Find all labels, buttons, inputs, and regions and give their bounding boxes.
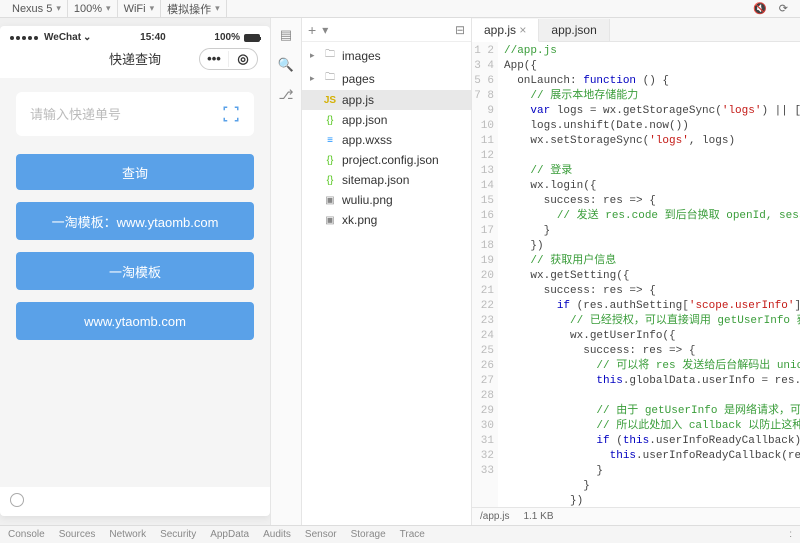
battery-icon	[244, 34, 260, 42]
tab-app-json[interactable]: app.json	[539, 19, 609, 41]
wifi-icon: ⌄	[83, 32, 91, 43]
phone-frame: WeChat⌄ 15:40 100% 快递查询 •••◎ 查询 一淘模板：www…	[0, 26, 270, 516]
folder-pages[interactable]: ▸🗀pages	[302, 67, 471, 90]
template-button-3[interactable]: www.ytaomb.com	[16, 302, 254, 340]
capsule[interactable]: •••◎	[199, 48, 258, 70]
network-dropdown[interactable]: WiFi▾	[118, 0, 162, 17]
tab-appdata[interactable]: AppData	[210, 529, 249, 540]
tab-trace[interactable]: Trace	[400, 529, 425, 540]
code-area[interactable]: 1 2 3 4 5 6 7 8 9 10 11 12 13 14 15 16 1…	[472, 42, 800, 507]
more-icon[interactable]: •••	[200, 51, 228, 66]
info-icon[interactable]	[10, 493, 24, 507]
explorer-icon[interactable]: ▤	[277, 26, 295, 44]
page-title: 快递查询	[109, 49, 161, 68]
devtools-tabs: Console Sources Network Security AppData…	[0, 525, 800, 543]
device-dropdown[interactable]: Nexus 5▾	[6, 0, 68, 17]
action-dropdown[interactable]: 模拟操作▾	[161, 0, 227, 17]
mute-icon[interactable]: 🔇	[747, 2, 773, 15]
file-app-json[interactable]: {}app.json	[302, 110, 471, 130]
editor-sidebar: ▤ 🔍 ⎇	[270, 18, 302, 525]
file-app-wxss[interactable]: ≡app.wxss	[302, 130, 471, 150]
template-button-2[interactable]: 一淘模板	[16, 252, 254, 290]
clock: 15:40	[140, 32, 166, 43]
query-button[interactable]: 查询	[16, 154, 254, 190]
simulator-pane: WeChat⌄ 15:40 100% 快递查询 •••◎ 查询 一淘模板：www…	[0, 18, 270, 525]
file-xk-png[interactable]: ▣xk.png	[302, 210, 471, 230]
tab-sensor[interactable]: Sensor	[305, 529, 337, 540]
tab-audits[interactable]: Audits	[263, 529, 291, 540]
code-editor: app.js × app.json 1 2 3 4 5 6 7 8 9 10 1…	[472, 18, 800, 525]
new-file-icon[interactable]: +	[308, 22, 316, 38]
file-app-js[interactable]: JSapp.js	[302, 90, 471, 110]
tracking-input[interactable]	[30, 107, 222, 122]
tab-sources[interactable]: Sources	[59, 529, 96, 540]
folder-images[interactable]: ▸🗀images	[302, 44, 471, 67]
tab-security[interactable]: Security	[160, 529, 196, 540]
close-icon[interactable]: ×	[519, 23, 526, 37]
editor-statusline: /app.js1.1 KBJavaSc	[472, 507, 800, 525]
search-box[interactable]	[16, 92, 254, 136]
tab-console[interactable]: Console	[8, 529, 45, 540]
zoom-dropdown[interactable]: 100%▾	[68, 0, 118, 17]
scan-icon[interactable]	[222, 105, 240, 123]
target-icon[interactable]: ◎	[229, 51, 257, 67]
file-wuliu-png[interactable]: ▣wuliu.png	[302, 190, 471, 210]
search-icon[interactable]: 🔍	[277, 56, 295, 74]
phone-titlebar: 快递查询 •••◎	[0, 45, 270, 78]
tab-app-js[interactable]: app.js ×	[472, 19, 539, 42]
file-project-config[interactable]: {}project.config.json	[302, 150, 471, 170]
file-sitemap[interactable]: {}sitemap.json	[302, 170, 471, 190]
branch-icon[interactable]: ⎇	[277, 86, 295, 104]
file-explorer: +▾⊟ ▸🗀images ▸🗀pages JSapp.js {}app.json…	[302, 18, 472, 525]
rotate-icon[interactable]: ⟳	[773, 2, 794, 15]
tab-storage[interactable]: Storage	[351, 529, 386, 540]
template-button-1[interactable]: 一淘模板：www.ytaomb.com	[16, 202, 254, 240]
tab-network[interactable]: Network	[109, 529, 146, 540]
simulator-toolbar: Nexus 5▾ 100%▾ WiFi▾ 模拟操作▾ 🔇 ⟳	[0, 0, 800, 18]
phone-statusbar: WeChat⌄ 15:40 100%	[0, 26, 270, 45]
collapse-icon[interactable]: ⊟	[455, 23, 465, 37]
editor-tabs: app.js × app.json	[472, 18, 800, 42]
